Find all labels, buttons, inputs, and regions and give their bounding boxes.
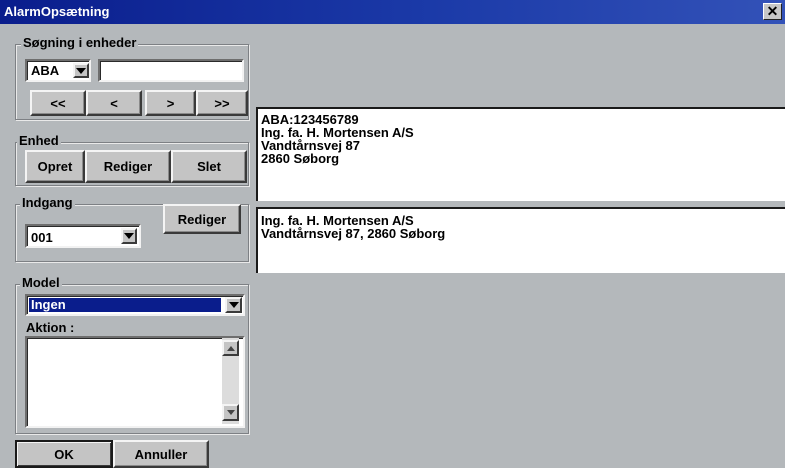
action-label: Aktion : [26, 320, 75, 335]
nav-next-button[interactable]: > [145, 90, 196, 116]
input-info-line: Vandtårnsvej 87, 2860 Søborg [261, 226, 446, 241]
title-bar [0, 0, 785, 24]
nav-first-button[interactable]: << [30, 90, 86, 116]
unit-info-line: 2860 Søborg [261, 151, 340, 166]
input-combo-value: 001 [31, 230, 53, 245]
unit-group-legend: Enhed [17, 133, 61, 148]
prefix-combo-value: ABA [31, 63, 60, 78]
edit-unit-button[interactable]: Rediger [85, 150, 171, 183]
nav-prev-button[interactable]: < [86, 90, 142, 116]
ok-button[interactable]: OK [15, 440, 113, 468]
nav-last-button[interactable]: >> [196, 90, 248, 116]
chevron-down-icon [124, 233, 134, 239]
delete-unit-button[interactable]: Slet [171, 150, 247, 183]
unit-info-panel: ABA:123456789 Ing. fa. H. Mortensen A/S … [256, 107, 785, 201]
action-scrollbar[interactable] [222, 338, 239, 424]
prefix-combo-dropdown[interactable] [73, 63, 89, 78]
model-combo-value: Ingen [31, 297, 66, 312]
input-combo[interactable]: 001 [25, 224, 141, 248]
close-button[interactable]: ✕ [763, 3, 782, 20]
input-info-text: Ing. fa. H. Mortensen A/S Vandtårnsvej 8… [261, 214, 445, 240]
edit-input-button[interactable]: Rediger [163, 204, 241, 234]
model-combo[interactable]: Ingen [25, 294, 245, 316]
chevron-down-icon [228, 302, 239, 308]
unit-info-text: ABA:123456789 Ing. fa. H. Mortensen A/S … [261, 113, 414, 165]
scroll-down-button[interactable] [222, 404, 239, 421]
scroll-up-icon [226, 345, 235, 351]
scroll-up-button[interactable] [222, 340, 239, 356]
prefix-combo[interactable]: ABA [25, 59, 91, 82]
window-title: AlarmOpsætning [4, 4, 110, 19]
chevron-down-icon [76, 67, 86, 74]
search-group-legend: Søgning i enheder [21, 35, 139, 50]
model-combo-dropdown[interactable] [225, 297, 242, 313]
action-textarea[interactable] [25, 336, 245, 428]
close-icon: ✕ [766, 3, 779, 19]
create-unit-button[interactable]: Opret [25, 150, 85, 183]
cancel-button[interactable]: Annuller [113, 440, 209, 468]
model-group-legend: Model [20, 275, 62, 290]
input-group-legend: Indgang [20, 195, 75, 210]
scroll-down-icon [226, 410, 235, 415]
input-info-panel: Ing. fa. H. Mortensen A/S Vandtårnsvej 8… [256, 207, 785, 273]
search-input[interactable] [98, 59, 244, 82]
input-combo-dropdown[interactable] [121, 228, 137, 244]
